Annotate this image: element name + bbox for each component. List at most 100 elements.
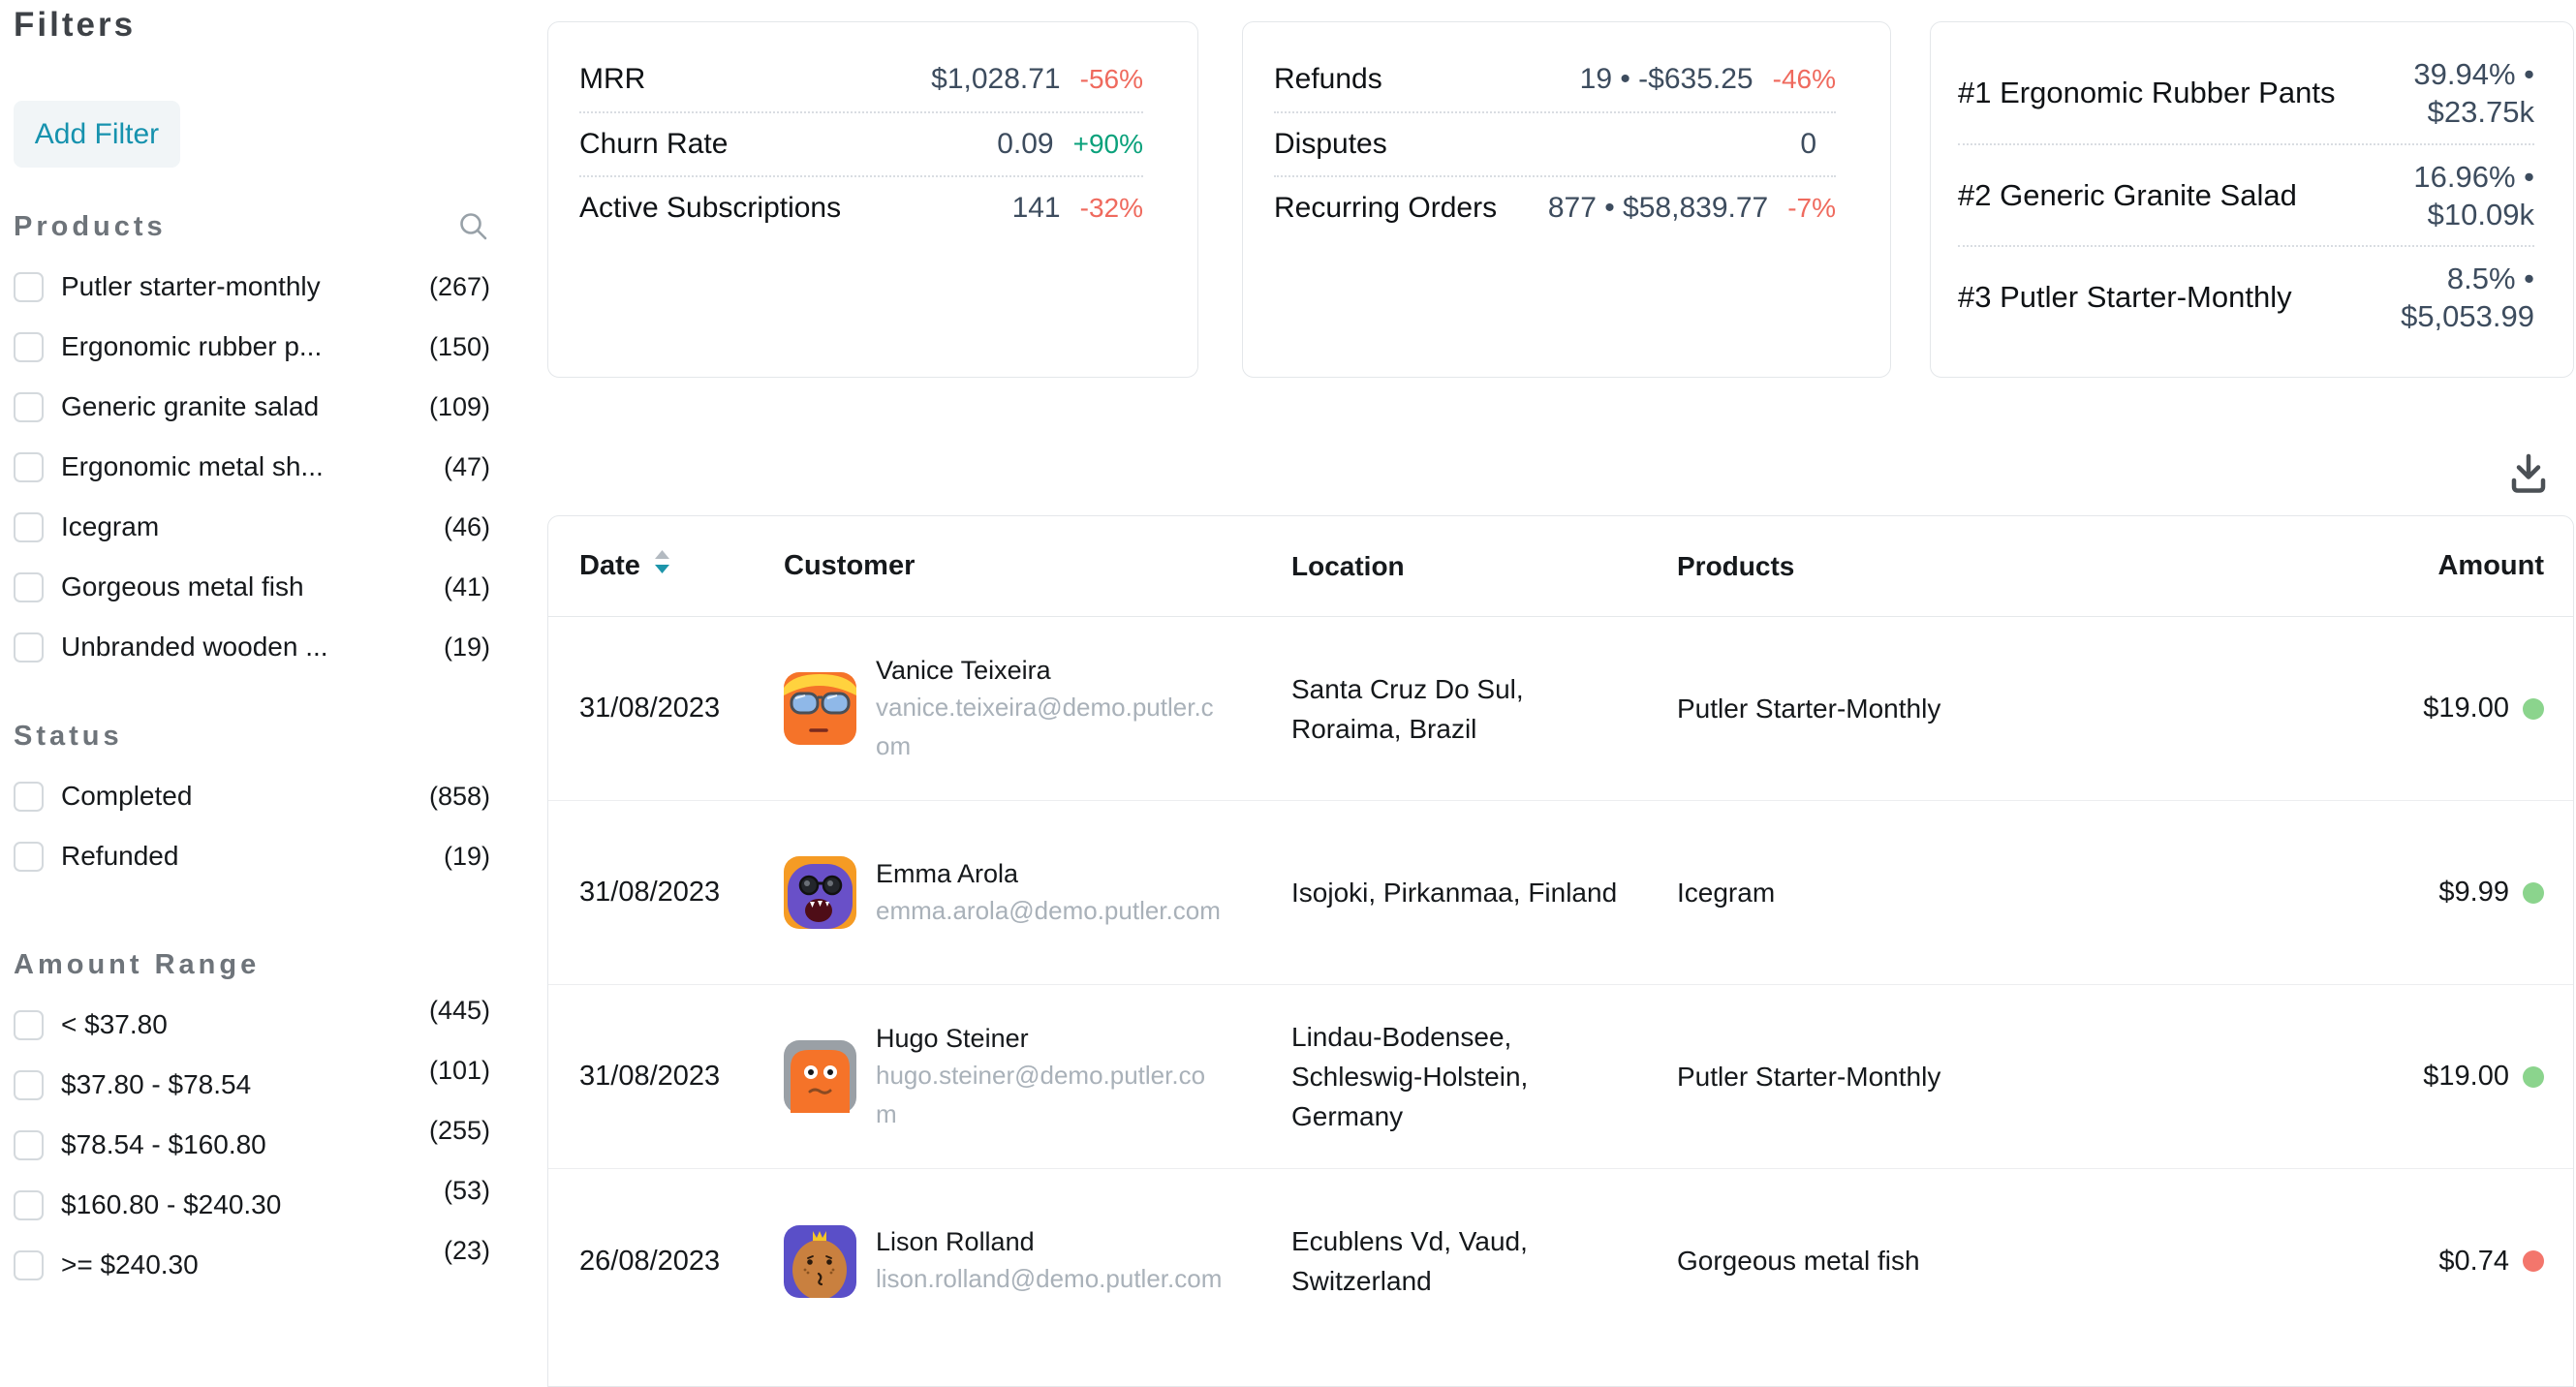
filter-item-label: >= $240.30 — [61, 1249, 199, 1279]
table-header: Date Customer Location Products Amount — [548, 516, 2573, 617]
filter-item-count: (150) — [428, 331, 490, 361]
top-product-value: 39.94% • $23.75k — [2384, 55, 2534, 131]
metric-label: Refunds — [1274, 63, 1382, 95]
filter-item[interactable]: Completed (858) — [14, 766, 490, 826]
filter-item-label: < $37.80 — [61, 1009, 168, 1039]
filter-item[interactable]: $37.80 - $78.54 (101) — [14, 1055, 490, 1115]
column-header-products: Products — [1677, 550, 1795, 581]
order-amount: $0.74 — [2438, 1245, 2509, 1277]
filter-item[interactable]: >= $240.30 (23) — [14, 1235, 490, 1295]
filter-item[interactable]: Unbranded wooden ... (19) — [14, 617, 490, 677]
checkbox[interactable] — [14, 1009, 44, 1040]
metric-row: Churn Rate 0.09 +90% — [579, 111, 1143, 175]
filter-item[interactable]: Ergonomic rubber p... (150) — [14, 317, 490, 377]
filter-item-count: (445) — [428, 995, 490, 1025]
order-date: 31/08/2023 — [579, 877, 721, 908]
column-header-location: Location — [1291, 551, 1405, 581]
metric-value: 19 • -$635.25 — [1579, 63, 1754, 95]
add-filter-button[interactable]: Add Filter — [14, 101, 180, 168]
section-title-products: Products — [14, 210, 167, 242]
table-row[interactable]: 31/08/2023 Hugo Steiner hugo.steiner@dem… — [548, 985, 2573, 1169]
top-product-value: 8.5% • $5,053.99 — [2384, 260, 2534, 335]
checkbox[interactable] — [14, 1249, 44, 1280]
filters-panel: Filters Add Filter Products Putler start… — [14, 0, 490, 1295]
filter-item[interactable]: Gorgeous metal fish (41) — [14, 557, 490, 617]
order-amount: $19.00 — [2423, 1061, 2509, 1092]
filter-item[interactable]: Ergonomic metal sh... (47) — [14, 437, 490, 497]
filter-item-count: (109) — [428, 391, 490, 421]
customer-email: lison.rolland@demo.putler.com — [876, 1264, 1223, 1293]
search-icon[interactable] — [457, 210, 490, 243]
filter-item-label: Ergonomic metal sh... — [61, 451, 324, 481]
customer-name: Emma Arola — [876, 858, 1019, 888]
filter-item-count: (255) — [428, 1115, 490, 1145]
filter-item-count: (101) — [428, 1055, 490, 1085]
top-product-amount: $23.75k — [2427, 94, 2534, 129]
order-date: 26/08/2023 — [579, 1245, 721, 1277]
download-button[interactable] — [2501, 447, 2556, 502]
filters-title: Filters — [14, 6, 137, 44]
filter-item[interactable]: Putler starter-monthly (267) — [14, 257, 490, 317]
download-icon — [2503, 453, 2554, 502]
checkbox[interactable] — [14, 1189, 44, 1220]
checkbox[interactable] — [14, 1129, 44, 1160]
order-amount: $19.00 — [2423, 693, 2509, 724]
top-product-row: #1 Ergonomic Rubber Pants 39.94% • $23.7… — [1958, 42, 2534, 143]
metric-row: MRR $1,028.71 -56% — [579, 47, 1143, 111]
customer-email: vanice.teixeira@demo.putler.com — [876, 692, 1214, 760]
top-product-amount: $5,053.99 — [2401, 298, 2534, 333]
sort-icon[interactable] — [654, 548, 670, 585]
section-title-status: Status — [14, 720, 123, 752]
top-product-label: #2 Generic Granite Salad — [1958, 178, 2297, 212]
filter-item-count: (267) — [428, 271, 490, 301]
top-product-percent: 39.94% • — [2413, 56, 2534, 91]
mrr-metrics-card: MRR $1,028.71 -56% Churn Rate 0.09 +90% … — [547, 21, 1198, 378]
order-location: Lindau-Bodensee, Schleswig-Holstein, Ger… — [1291, 1022, 1529, 1131]
metric-delta: -56% — [1079, 64, 1143, 94]
column-header-date[interactable]: Date — [579, 550, 640, 582]
filter-item-label: Refunded — [61, 841, 179, 871]
order-product: Icegram — [1677, 877, 1776, 908]
metric-value: 0 — [1800, 128, 1816, 160]
table-row[interactable]: 31/08/2023 Vanice Teixeira vanice.teixei… — [548, 617, 2573, 801]
status-dot — [2523, 881, 2544, 904]
status-dot — [2523, 697, 2544, 720]
checkbox[interactable] — [14, 571, 44, 602]
filter-item-count: (46) — [443, 511, 490, 541]
checkbox[interactable] — [14, 1069, 44, 1100]
filter-item[interactable]: Icegram (46) — [14, 497, 490, 557]
filter-item-count: (19) — [443, 632, 490, 662]
customer-name: Vanice Teixeira — [876, 655, 1051, 685]
filter-item[interactable]: $78.54 - $160.80 (255) — [14, 1115, 490, 1175]
orders-metrics-card: Refunds 19 • -$635.25 -46% Disputes 0 Re… — [1242, 21, 1891, 378]
order-product: Putler Starter-Monthly — [1677, 693, 1941, 724]
top-product-label: #3 Putler Starter-Monthly — [1958, 280, 2292, 314]
checkbox[interactable] — [14, 451, 44, 482]
status-dot — [2523, 1065, 2544, 1088]
filter-item[interactable]: < $37.80 (445) — [14, 995, 490, 1055]
order-location: Ecublens Vd, Vaud, Switzerland — [1291, 1226, 1528, 1296]
order-location: Santa Cruz Do Sul, Roraima, Brazil — [1291, 673, 1524, 744]
checkbox[interactable] — [14, 632, 44, 663]
orders-table: Date Customer Location Products Amount 3… — [547, 515, 2574, 1387]
top-product-amount: $10.09k — [2427, 197, 2534, 231]
filter-item[interactable]: $160.80 - $240.30 (53) — [14, 1175, 490, 1235]
metric-value: 0.09 — [997, 128, 1054, 160]
filter-item[interactable]: Generic granite salad (109) — [14, 377, 490, 437]
table-row[interactable]: 26/08/2023 Lison Rolland lison.rolland@d… — [548, 1169, 2573, 1353]
checkbox[interactable] — [14, 271, 44, 302]
checkbox[interactable] — [14, 841, 44, 872]
checkbox[interactable] — [14, 511, 44, 542]
checkbox[interactable] — [14, 781, 44, 812]
column-header-amount: Amount — [2437, 550, 2544, 581]
table-row[interactable]: 31/08/2023 Emma Arola emma.arola@demo.pu… — [548, 801, 2573, 985]
top-product-row: #3 Putler Starter-Monthly 8.5% • $5,053.… — [1958, 245, 2534, 347]
checkbox[interactable] — [14, 331, 44, 362]
filter-item[interactable]: Refunded (19) — [14, 826, 490, 886]
checkbox[interactable] — [14, 391, 44, 422]
avatar-monster-crown-purple — [784, 1224, 856, 1300]
filter-item-label: Gorgeous metal fish — [61, 571, 304, 601]
filter-item-label: Generic granite salad — [61, 391, 320, 421]
filter-item-label: $160.80 - $240.30 — [61, 1189, 282, 1219]
section-title-amount-range: Amount Range — [14, 948, 261, 980]
